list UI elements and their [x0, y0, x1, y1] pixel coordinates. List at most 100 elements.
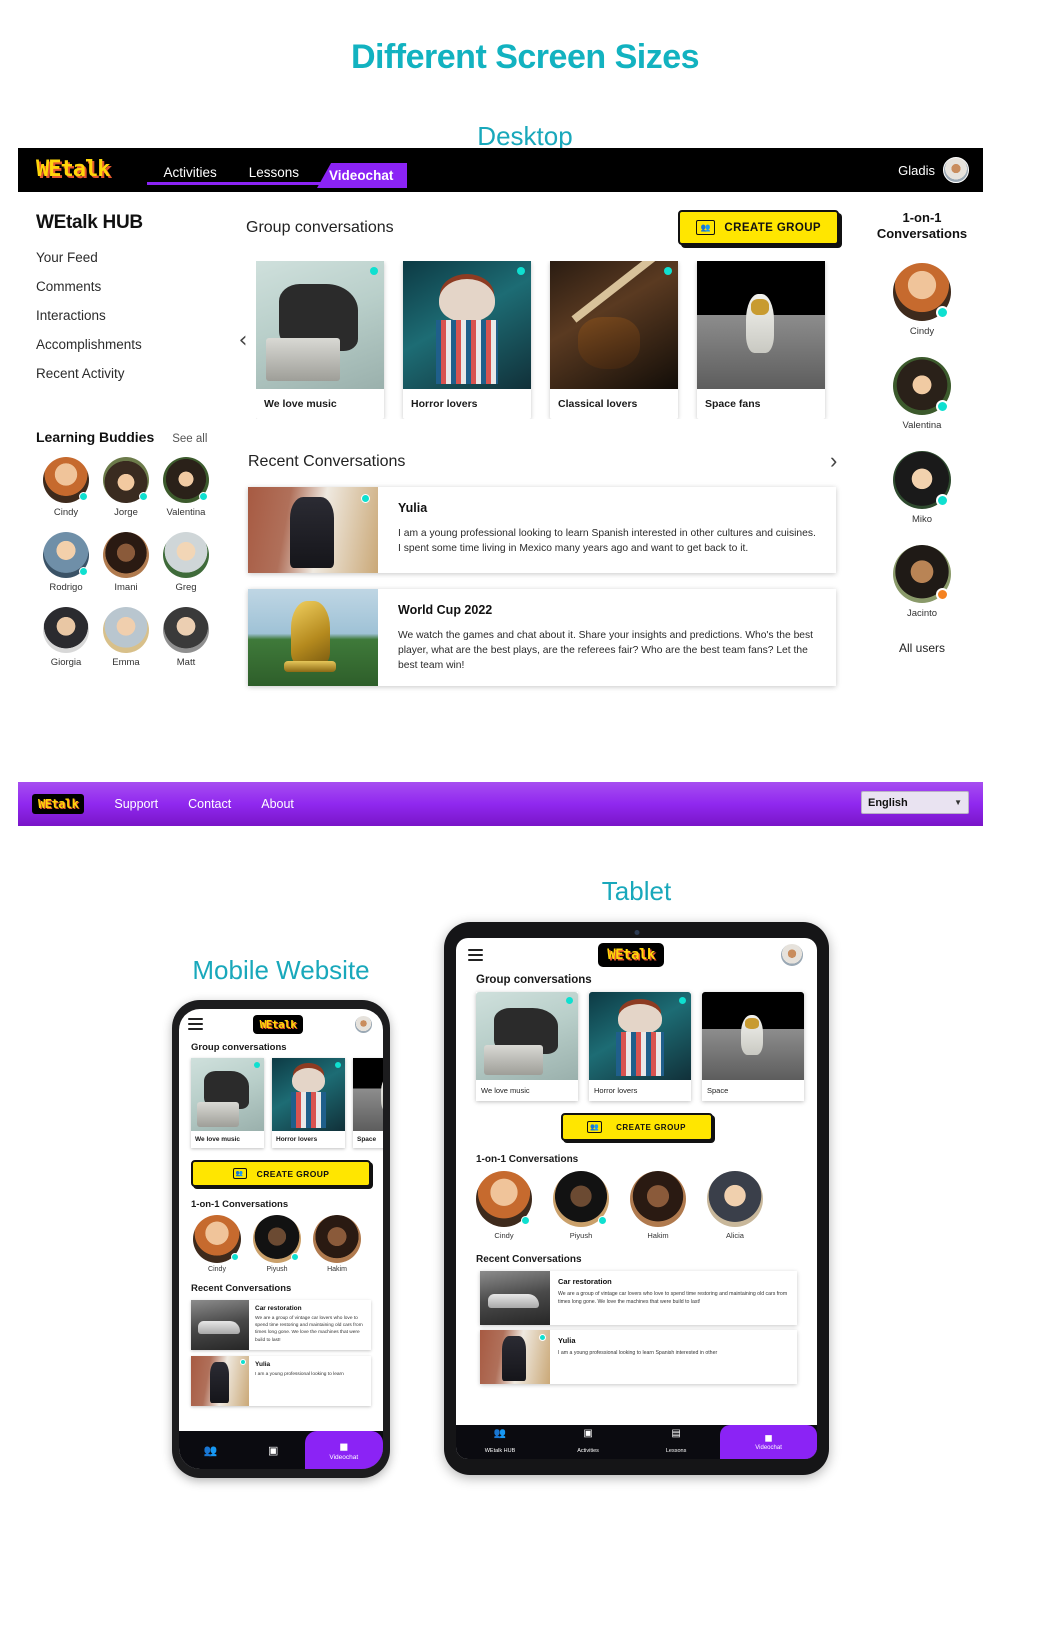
phone-screen: WEtalk Group conversations We love music…: [179, 1009, 383, 1469]
buddy-item[interactable]: Greg: [156, 532, 216, 593]
buddy-item[interactable]: Matt: [156, 607, 216, 668]
one-on-one-person[interactable]: Cindy: [193, 1215, 241, 1273]
person-name: Valentina: [902, 419, 942, 431]
tablet-create-group-button[interactable]: 👥 CREATE GROUP: [560, 1113, 713, 1141]
sidebar-item-comments[interactable]: Comments: [36, 279, 230, 294]
one-on-one-person[interactable]: Cindy: [476, 1171, 532, 1240]
desktop-nav-user: Gladis: [898, 148, 969, 192]
tablet-recent-heading: Recent Conversations: [476, 1254, 582, 1265]
nav-item-lessons[interactable]: Lessons: [233, 165, 315, 192]
status-dot-online: [79, 567, 88, 576]
bottom-nav-item-lessons[interactable]: ▤ Lessons: [632, 1428, 720, 1457]
mobile-user-avatar[interactable]: [353, 1013, 374, 1035]
buddy-item[interactable]: Emma: [96, 607, 156, 668]
sidebar-item-recent-activity[interactable]: Recent Activity: [36, 366, 230, 381]
buddy-item[interactable]: Cindy: [36, 457, 96, 518]
one-on-one-person[interactable]: Valentina: [861, 356, 983, 431]
group-card[interactable]: We love music: [476, 992, 578, 1101]
group-card-title: Space: [707, 1086, 729, 1095]
nav-item-videochat[interactable]: Videochat: [317, 163, 408, 188]
footer-link-about[interactable]: About: [261, 797, 294, 811]
one-on-one-person[interactable]: Miko: [861, 450, 983, 525]
buddy-item[interactable]: Valentina: [156, 457, 216, 518]
conversation-row[interactable]: Yulia I am a young professional looking …: [248, 487, 836, 573]
buddy-item[interactable]: Giorgia: [36, 607, 96, 668]
see-all-link[interactable]: See all: [172, 433, 207, 445]
person-name: Piyush: [266, 1266, 288, 1273]
group-card-title: We love music: [481, 1086, 530, 1095]
create-group-label: CREATE GROUP: [724, 221, 821, 234]
group-card[interactable]: Horror lovers: [403, 261, 531, 419]
sidebar-item-your-feed[interactable]: Your Feed: [36, 250, 230, 265]
conversation-row[interactable]: Car restoration We are a group of vintag…: [480, 1271, 797, 1325]
bottom-nav-item-videochat[interactable]: ◼ Videochat: [304, 1431, 383, 1469]
people-icon: 👥: [493, 1427, 507, 1439]
one-on-one-rail: 1-on-1 Conversations Cindy Valentina Mik…: [861, 192, 983, 782]
bottom-nav-item-activities[interactable]: ▣ Activities: [544, 1428, 632, 1457]
group-card-title: Classical lovers: [558, 398, 638, 410]
one-on-one-person[interactable]: Hakim: [630, 1171, 686, 1240]
sidebar-item-accomplishments[interactable]: Accomplishments: [36, 337, 230, 352]
one-on-one-person[interactable]: Piyush: [253, 1215, 301, 1273]
footer-link-contact[interactable]: Contact: [188, 797, 231, 811]
conversation-row[interactable]: World Cup 2022 We watch the games and ch…: [248, 589, 836, 686]
bottom-nav-label: Videochat: [329, 1453, 359, 1461]
person-avatar: [893, 450, 951, 509]
chevron-right-icon[interactable]: ›: [830, 448, 837, 474]
group-card[interactable]: Space fans: [697, 261, 825, 419]
group-card[interactable]: Classical lovers: [550, 261, 678, 419]
status-dot-online: [370, 267, 378, 275]
conversation-title: Car restoration: [255, 1305, 302, 1312]
one-on-one-person[interactable]: Alicia: [707, 1171, 763, 1240]
tablet-wetalk-logo[interactable]: WEtalk: [598, 943, 664, 967]
status-dot-online: [936, 305, 949, 319]
hamburger-menu-icon[interactable]: [468, 946, 483, 964]
group-card[interactable]: We love music: [256, 261, 384, 419]
create-group-icon: 👥: [232, 1168, 247, 1179]
footer-link-support[interactable]: Support: [114, 797, 158, 811]
bottom-nav-item-hub[interactable]: 👥 WEtalk HUB: [456, 1428, 544, 1457]
sidebar-item-interactions[interactable]: Interactions: [36, 308, 230, 323]
bottom-nav-item-activities[interactable]: ▣: [242, 1444, 305, 1457]
conversation-row[interactable]: Yulia I am a young professional looking …: [191, 1356, 371, 1406]
group-card-title: We love music: [264, 398, 337, 410]
person-name: Alicia: [726, 1231, 744, 1240]
person-name: Piyush: [569, 1231, 593, 1240]
bottom-nav-item-hub[interactable]: 👥: [179, 1444, 242, 1457]
language-select[interactable]: English ▼: [861, 791, 969, 814]
user-avatar[interactable]: [943, 157, 969, 183]
person-avatar: [707, 1171, 763, 1227]
group-card[interactable]: We love music: [191, 1058, 264, 1148]
group-card[interactable]: Space: [702, 992, 804, 1101]
conversation-row[interactable]: Car restoration We are a group of vintag…: [191, 1300, 371, 1350]
one-on-one-person[interactable]: Cindy: [861, 262, 983, 337]
all-users-link[interactable]: All users: [861, 641, 983, 655]
chevron-left-icon[interactable]: ‹: [230, 328, 256, 353]
activities-icon: ▣: [267, 1444, 279, 1457]
mobile-wetalk-logo[interactable]: WEtalk: [252, 1014, 304, 1034]
conversation-row[interactable]: Yulia I am a young professional looking …: [480, 1330, 797, 1384]
mobile-create-group-button[interactable]: 👥 CREATE GROUP: [191, 1160, 371, 1187]
group-card[interactable]: Horror lovers: [272, 1058, 345, 1148]
group-card[interactable]: Space: [353, 1058, 383, 1148]
buddy-item[interactable]: Jorge: [96, 457, 156, 518]
one-on-one-person[interactable]: Hakim: [313, 1215, 361, 1273]
one-on-one-person[interactable]: Piyush: [553, 1171, 609, 1240]
footer-wetalk-logo[interactable]: WEtalk: [32, 794, 85, 814]
group-card-thumbnail: [550, 261, 678, 389]
video-camera-icon: ◼: [764, 1433, 773, 1444]
group-cards-list: We love music Horror lovers Classical lo…: [256, 261, 861, 419]
conversation-title: Yulia: [558, 1336, 576, 1345]
hamburger-menu-icon[interactable]: [188, 1015, 203, 1033]
one-on-one-person[interactable]: Jacinto: [861, 544, 983, 619]
create-group-button[interactable]: 👥 CREATE GROUP: [678, 210, 839, 245]
learning-buddies-section: Learning Buddies See all Cindy Jorge Val…: [36, 429, 230, 668]
buddy-item[interactable]: Rodrigo: [36, 532, 96, 593]
group-card[interactable]: Horror lovers: [589, 992, 691, 1101]
group-card-title: Horror lovers: [276, 1136, 318, 1143]
bottom-nav-item-videochat[interactable]: ◼ Videochat: [720, 1425, 817, 1459]
buddy-item[interactable]: Imani: [96, 532, 156, 593]
wetalk-logo[interactable]: WEtalk: [36, 159, 110, 181]
tablet-user-avatar[interactable]: [778, 942, 805, 968]
nav-item-activities[interactable]: Activities: [147, 165, 232, 192]
